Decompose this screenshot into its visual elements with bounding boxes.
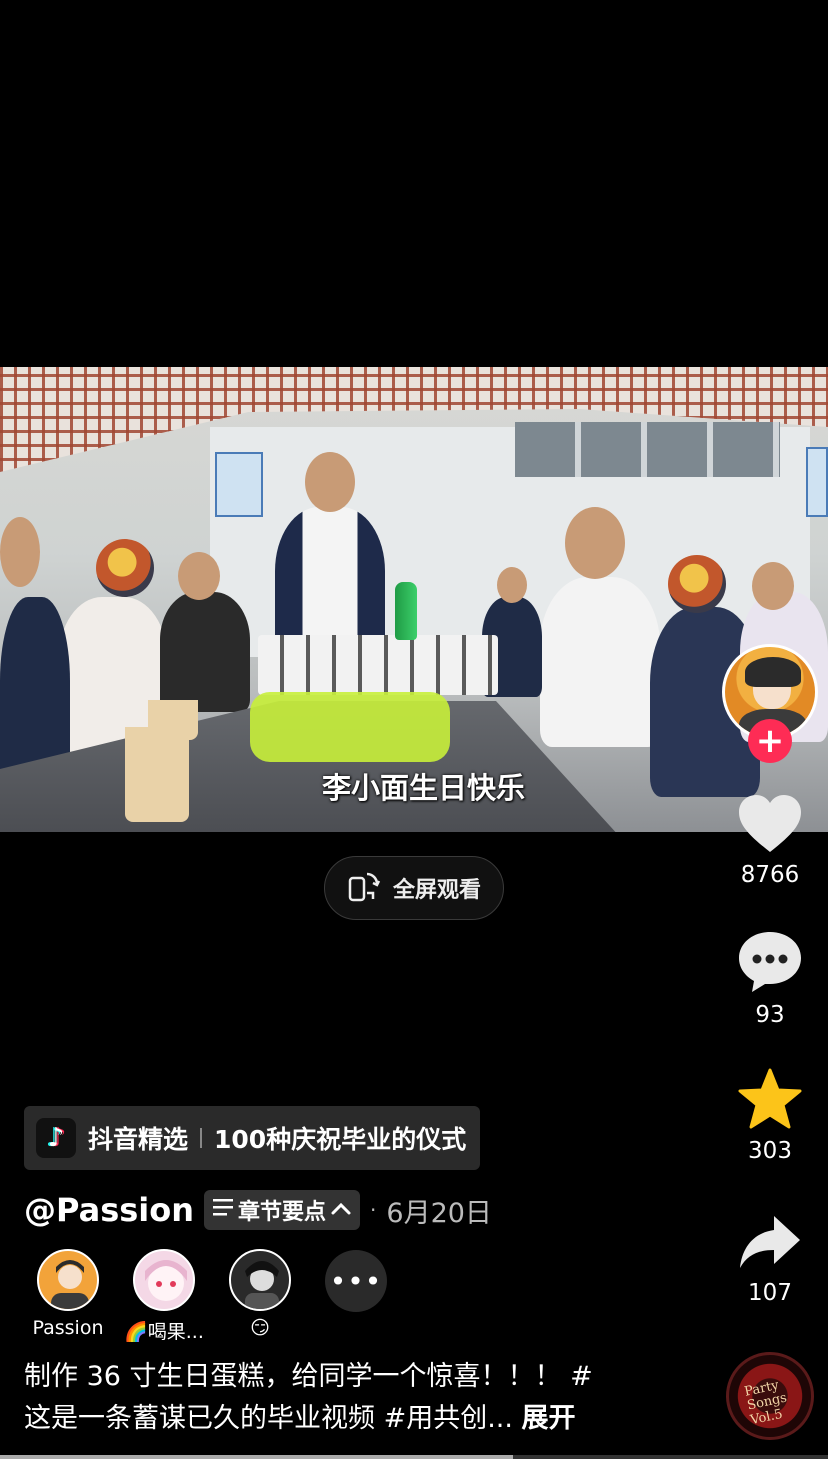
collaborator-list: Passion 🌈喝果... 😏 ••• bbox=[30, 1249, 394, 1344]
heart-icon bbox=[737, 794, 803, 858]
collaborator-more[interactable]: ••• bbox=[318, 1249, 394, 1344]
collaborator-avatar bbox=[229, 1249, 291, 1311]
video-person-head bbox=[0, 517, 40, 587]
video-frame[interactable]: 李小面生日快乐 bbox=[0, 367, 828, 832]
chapter-button[interactable]: 章节要点 bbox=[204, 1190, 361, 1230]
like-count: 8766 bbox=[740, 862, 800, 888]
expand-button[interactable]: 展开 bbox=[522, 1403, 576, 1434]
music-disc-text: Party Songs Vol.5 bbox=[743, 1377, 789, 1428]
video-bag bbox=[250, 692, 450, 762]
favorite-button[interactable]: 303 bbox=[730, 1068, 810, 1164]
fullscreen-button[interactable]: 全屏观看 bbox=[324, 856, 504, 920]
avatar-hair bbox=[745, 657, 801, 687]
share-button[interactable]: 107 bbox=[730, 1214, 810, 1306]
description-line-2-text: 这是一条蓄谋已久的毕业视频 #用共创... bbox=[24, 1403, 513, 1434]
video-person-head bbox=[752, 562, 794, 610]
collection-tag[interactable]: ♪ 抖音精选 100种庆祝毕业的仪式 bbox=[24, 1106, 481, 1170]
collaborator[interactable]: 🌈喝果... bbox=[124, 1249, 204, 1344]
collaborator-name: Passion bbox=[32, 1317, 104, 1339]
chevron-up-icon bbox=[330, 1198, 352, 1223]
author-line: @Passion 章节要点 · 6月20日 bbox=[24, 1188, 492, 1232]
video-poster bbox=[215, 452, 263, 517]
description-line-1: 制作 36 寸生日蛋糕，给同学一个惊喜！！！ # bbox=[24, 1361, 593, 1392]
like-button[interactable]: 8766 bbox=[730, 794, 810, 888]
collaborator-avatar bbox=[37, 1249, 99, 1311]
video-person bbox=[160, 592, 250, 712]
author-name[interactable]: @Passion bbox=[24, 1191, 194, 1229]
favorite-count: 303 bbox=[748, 1138, 792, 1164]
video-subtitle: 李小面生日快乐 bbox=[322, 771, 526, 805]
collection-brand: 抖音精选 bbox=[88, 1125, 189, 1154]
face-mosaic bbox=[668, 555, 726, 613]
video-poster bbox=[806, 447, 828, 517]
follow-button[interactable]: + bbox=[748, 719, 792, 763]
music-disc[interactable]: Party Songs Vol.5 bbox=[726, 1352, 814, 1440]
video-description[interactable]: 制作 36 寸生日蛋糕，给同学一个惊喜！！！ # 这是一条蓄谋已久的毕业视频 #… bbox=[24, 1356, 664, 1440]
rotate-screen-icon bbox=[347, 869, 381, 907]
video-bottle bbox=[395, 582, 417, 640]
collaborator[interactable]: Passion bbox=[30, 1249, 106, 1344]
collaborator-name: 🌈喝果... bbox=[124, 1321, 204, 1343]
face-mosaic bbox=[96, 539, 154, 597]
description-line-2: 这是一条蓄谋已久的毕业视频 #用共创... 展开 bbox=[24, 1398, 664, 1440]
list-icon bbox=[212, 1197, 234, 1223]
video-person-head bbox=[565, 507, 625, 579]
video-cake bbox=[258, 635, 498, 695]
share-count: 107 bbox=[748, 1280, 792, 1306]
separator-dot: · bbox=[370, 1198, 377, 1222]
collaborator-name: 😏 bbox=[250, 1317, 270, 1339]
comment-button[interactable]: 93 bbox=[730, 930, 810, 1028]
collaborator[interactable]: 😏 bbox=[222, 1249, 298, 1344]
plus-icon: + bbox=[755, 721, 785, 761]
post-date: 6月20日 bbox=[386, 1197, 492, 1229]
share-arrow-icon bbox=[738, 1214, 802, 1276]
video-window bbox=[515, 422, 780, 477]
fullscreen-label: 全屏观看 bbox=[392, 878, 481, 903]
video-progress-fill bbox=[0, 1455, 514, 1459]
collaborator-avatar bbox=[133, 1249, 195, 1311]
comment-count: 93 bbox=[755, 1002, 785, 1028]
star-icon bbox=[738, 1068, 802, 1134]
video-person-head bbox=[178, 552, 220, 600]
chapter-label: 章节要点 bbox=[238, 1200, 327, 1225]
collection-title: 100种庆祝毕业的仪式 bbox=[214, 1125, 467, 1154]
video-person-head bbox=[305, 452, 355, 512]
video-cup bbox=[125, 727, 189, 822]
douyin-logo-icon: ♪ bbox=[36, 1118, 76, 1158]
collection-divider bbox=[200, 1128, 203, 1148]
comment-icon bbox=[737, 930, 803, 998]
video-person bbox=[540, 577, 660, 747]
video-person-head bbox=[497, 567, 527, 603]
more-icon: ••• bbox=[325, 1250, 387, 1312]
video-progress-bar[interactable] bbox=[0, 1455, 828, 1459]
